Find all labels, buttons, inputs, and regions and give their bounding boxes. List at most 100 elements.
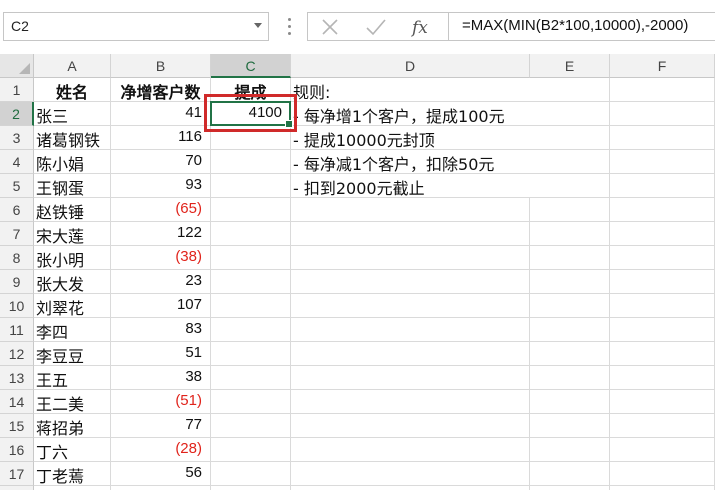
cell-b15[interactable]: 77 bbox=[111, 414, 211, 438]
cell-d11[interactable] bbox=[291, 318, 530, 342]
row-header-14[interactable]: 14 bbox=[0, 390, 34, 414]
cell-c8[interactable] bbox=[211, 246, 291, 270]
column-header-c[interactable]: C bbox=[211, 54, 291, 78]
row-header-8[interactable]: 8 bbox=[0, 246, 34, 270]
cell-c11[interactable] bbox=[211, 318, 291, 342]
cell-c10[interactable] bbox=[211, 294, 291, 318]
cell-a2[interactable]: 张三 bbox=[34, 102, 111, 126]
cell-c16[interactable] bbox=[211, 438, 291, 462]
column-header-a[interactable]: A bbox=[34, 54, 111, 78]
cell-a10[interactable]: 刘翠花 bbox=[34, 294, 111, 318]
cell-b9[interactable]: 23 bbox=[111, 270, 211, 294]
cell-e3[interactable] bbox=[530, 126, 610, 150]
cell-d17[interactable] bbox=[291, 462, 530, 486]
cell-d9[interactable] bbox=[291, 270, 530, 294]
cell-D1[interactable]: 规则: bbox=[291, 78, 530, 102]
cell-f11[interactable] bbox=[610, 318, 715, 342]
column-header-e[interactable]: E bbox=[530, 54, 610, 78]
chevron-down-icon[interactable] bbox=[254, 23, 262, 28]
cell-a9[interactable]: 张大发 bbox=[34, 270, 111, 294]
formula-input[interactable]: =MAX(MIN(B2*100,10000),-2000) bbox=[448, 12, 715, 41]
cell-A1[interactable]: 姓名 bbox=[34, 78, 111, 102]
spreadsheet-grid[interactable]: A B C D E F 1 姓名 净增客户数 提成 规则: 2 张三 41 4100- 每净增1个客户，提成… bbox=[0, 54, 715, 490]
cell-a4[interactable]: 陈小娟 bbox=[34, 150, 111, 174]
cell-f16[interactable] bbox=[610, 438, 715, 462]
row-header-1[interactable]: 1 bbox=[0, 78, 34, 102]
cancel-icon[interactable] bbox=[318, 14, 342, 40]
cell-c13[interactable] bbox=[211, 366, 291, 390]
cell-a14[interactable]: 王二美 bbox=[34, 390, 111, 414]
cell-b13[interactable]: 38 bbox=[111, 366, 211, 390]
cell-f5[interactable] bbox=[610, 174, 715, 198]
cell-c4[interactable] bbox=[211, 150, 291, 174]
column-header-b[interactable]: B bbox=[111, 54, 211, 78]
cell-c17[interactable] bbox=[211, 462, 291, 486]
row-header-16[interactable]: 16 bbox=[0, 438, 34, 462]
cell-e9[interactable] bbox=[530, 270, 610, 294]
cell-e12[interactable] bbox=[530, 342, 610, 366]
cell-d13[interactable] bbox=[291, 366, 530, 390]
cell-f9[interactable] bbox=[610, 270, 715, 294]
cell-f4[interactable] bbox=[610, 150, 715, 174]
cell-B1[interactable]: 净增客户数 bbox=[111, 78, 211, 102]
cell-a16[interactable]: 丁六 bbox=[34, 438, 111, 462]
cell-b3[interactable]: 116 bbox=[111, 126, 211, 150]
more-options-icon[interactable] bbox=[283, 15, 297, 39]
cell-a6[interactable]: 赵铁锤 bbox=[34, 198, 111, 222]
cell-f6[interactable] bbox=[610, 198, 715, 222]
row-header-9[interactable]: 9 bbox=[0, 270, 34, 294]
cell-b16[interactable]: (28) bbox=[111, 438, 211, 462]
cell-e6[interactable] bbox=[530, 198, 610, 222]
cell-f12[interactable] bbox=[610, 342, 715, 366]
cell-e7[interactable] bbox=[530, 222, 610, 246]
cell-f15[interactable] bbox=[610, 414, 715, 438]
row-header-15[interactable]: 15 bbox=[0, 414, 34, 438]
cell-b11[interactable]: 83 bbox=[111, 318, 211, 342]
cell-c9[interactable] bbox=[211, 270, 291, 294]
cell-e5[interactable] bbox=[530, 174, 610, 198]
cell-b14[interactable]: (51) bbox=[111, 390, 211, 414]
cell-f14[interactable] bbox=[610, 390, 715, 414]
cell-a17[interactable]: 丁老蔫 bbox=[34, 462, 111, 486]
cell-d8[interactable] bbox=[291, 246, 530, 270]
cell-d12[interactable] bbox=[291, 342, 530, 366]
cell-d4[interactable]: - 每净减1个客户，扣除50元 bbox=[291, 150, 530, 174]
cell-a3[interactable]: 诸葛钢铁 bbox=[34, 126, 111, 150]
cell-f17[interactable] bbox=[610, 462, 715, 486]
cell-e14[interactable] bbox=[530, 390, 610, 414]
cell-b2[interactable]: 41 bbox=[111, 102, 211, 126]
cell-b12[interactable]: 51 bbox=[111, 342, 211, 366]
check-icon[interactable] bbox=[364, 14, 388, 40]
cell-f13[interactable] bbox=[610, 366, 715, 390]
cell-e8[interactable] bbox=[530, 246, 610, 270]
cell-a12[interactable]: 李豆豆 bbox=[34, 342, 111, 366]
row-header-5[interactable]: 5 bbox=[0, 174, 34, 198]
cell-a5[interactable]: 王钢蛋 bbox=[34, 174, 111, 198]
cell-d15[interactable] bbox=[291, 414, 530, 438]
name-box[interactable]: C2 bbox=[3, 12, 269, 41]
cell-d3[interactable]: - 提成10000元封顶 bbox=[291, 126, 530, 150]
cell-e16[interactable] bbox=[530, 438, 610, 462]
row-header-7[interactable]: 7 bbox=[0, 222, 34, 246]
row-header-17[interactable]: 17 bbox=[0, 462, 34, 486]
cell-e4[interactable] bbox=[530, 150, 610, 174]
cell-E1[interactable] bbox=[530, 78, 610, 102]
cell-f3[interactable] bbox=[610, 126, 715, 150]
column-header-d[interactable]: D bbox=[291, 54, 530, 78]
cell-f10[interactable] bbox=[610, 294, 715, 318]
column-header-f[interactable]: F bbox=[610, 54, 715, 78]
cell-a11[interactable]: 李四 bbox=[34, 318, 111, 342]
cell-a7[interactable]: 宋大莲 bbox=[34, 222, 111, 246]
cell-F1[interactable] bbox=[610, 78, 715, 102]
cell-d14[interactable] bbox=[291, 390, 530, 414]
row-header-10[interactable]: 10 bbox=[0, 294, 34, 318]
cell-c14[interactable] bbox=[211, 390, 291, 414]
cell-b6[interactable]: (65) bbox=[111, 198, 211, 222]
cell-b17[interactable]: 56 bbox=[111, 462, 211, 486]
cell-e13[interactable] bbox=[530, 366, 610, 390]
row-header-12[interactable]: 12 bbox=[0, 342, 34, 366]
cell-d2[interactable]: - 每净增1个客户，提成100元 bbox=[291, 102, 530, 126]
cell-d5[interactable]: - 扣到2000元截止 bbox=[291, 174, 530, 198]
cell-a15[interactable]: 蒋招弟 bbox=[34, 414, 111, 438]
cell-d6[interactable] bbox=[291, 198, 530, 222]
